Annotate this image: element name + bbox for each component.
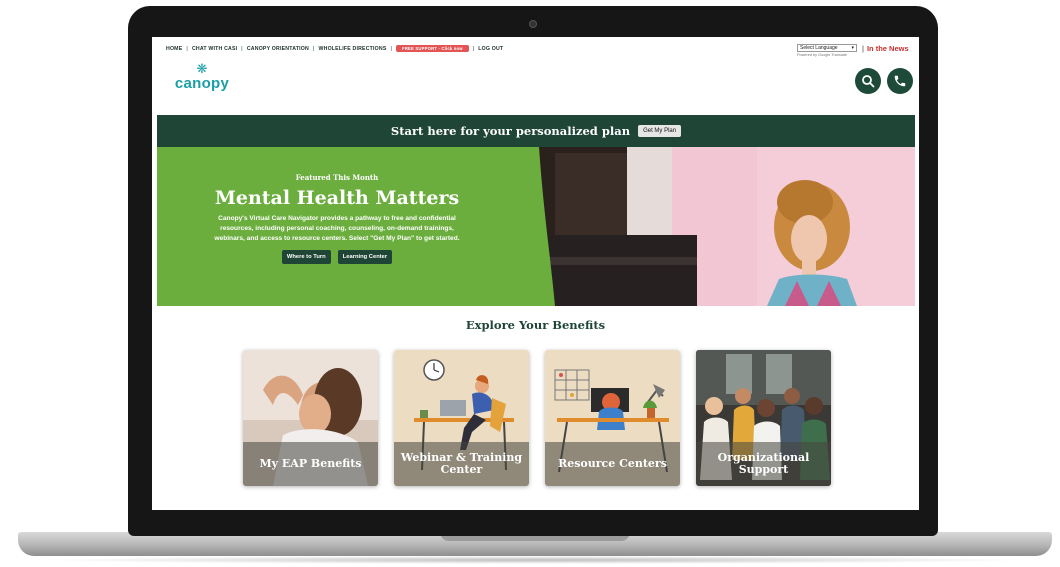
hero-buttons: Where to Turn Learning Center (211, 250, 463, 264)
nav-separator: | (312, 45, 315, 52)
card-label-band: My EAP Benefits (243, 442, 378, 486)
explore-benefits-heading: Explore Your Benefits (465, 318, 606, 332)
nav-wholelife-directions[interactable]: WHOLELIFE DIRECTIONS (319, 46, 387, 52)
hero-title: Mental Health Matters (214, 187, 460, 209)
where-to-turn-button[interactable]: Where to Turn (281, 250, 331, 264)
nav-canopy-orientation[interactable]: CANOPY ORIENTATION (247, 46, 309, 52)
card-label-band: Webinar & Training Center (394, 442, 529, 486)
card-label: Webinar & Training Center (400, 451, 523, 476)
nav-separator: | (186, 45, 188, 52)
top-navigation: HOME | CHAT WITH CASI | CANOPY ORIENTATI… (166, 45, 503, 52)
snowflake-flower-icon: ❋ (196, 61, 208, 76)
hero-content: Featured This Month Mental Health Matter… (211, 173, 463, 264)
search-button[interactable] (855, 68, 881, 94)
in-the-news-link[interactable]: In the News (867, 44, 909, 53)
card-label-band: Organizational Support (696, 442, 831, 486)
browser-screen: HOME | CHAT WITH CASI | CANOPY ORIENTATI… (152, 37, 919, 510)
nav-home[interactable]: HOME (166, 46, 182, 52)
nav-chat-with-casi[interactable]: CHAT WITH CASI (192, 46, 237, 52)
language-selector: Select Language ▾ Powered by Google Tran… (797, 44, 857, 57)
hero-description: Canopy's Virtual Care Navigator provides… (214, 215, 460, 242)
nav-separator: | (472, 45, 475, 52)
laptop-shadow (40, 556, 1030, 564)
card-label: My EAP Benefits (259, 457, 362, 470)
powered-by-google-translate: Powered by Google Translate (797, 53, 848, 57)
nav-log-out[interactable]: LOG OUT (478, 46, 503, 52)
phone-icon (894, 75, 906, 87)
chevron-down-icon: ▾ (851, 45, 854, 51)
personalized-plan-text: Start here for your personalized plan (390, 124, 631, 138)
in-the-news-link-wrap: | In the News (862, 44, 909, 53)
learning-center-button[interactable]: Learning Center (337, 250, 393, 264)
personalized-plan-banner: Start here for your personalized plan Ge… (157, 115, 915, 147)
language-select[interactable]: Select Language ▾ (797, 44, 857, 52)
nav-separator: | (862, 44, 864, 53)
free-support-button[interactable]: FREE SUPPORT - Click now (396, 45, 469, 52)
card-label: Organizational Support (717, 451, 810, 476)
search-icon (862, 75, 875, 88)
canopy-logo[interactable]: ❋ canopy (172, 62, 232, 92)
card-organizational-support[interactable]: Organizational Support (696, 350, 831, 486)
language-select-value: Select Language (800, 45, 838, 51)
nav-separator: | (390, 45, 393, 52)
phone-button[interactable] (887, 68, 913, 94)
nav-separator: | (241, 45, 243, 52)
featured-hero: Featured This Month Mental Health Matter… (157, 147, 915, 306)
card-label: Resource Centers (558, 457, 667, 470)
card-label-band: Resource Centers (545, 442, 680, 486)
get-my-plan-button[interactable]: Get My Plan (638, 125, 682, 137)
card-webinar-training-center[interactable]: Webinar & Training Center (394, 350, 529, 486)
card-my-eap-benefits[interactable]: My EAP Benefits (243, 350, 378, 486)
logo-wordmark: canopy (174, 75, 230, 92)
webcam (529, 20, 537, 28)
hero-eyebrow: Featured This Month (295, 173, 379, 182)
card-resource-centers[interactable]: Resource Centers (545, 350, 680, 486)
